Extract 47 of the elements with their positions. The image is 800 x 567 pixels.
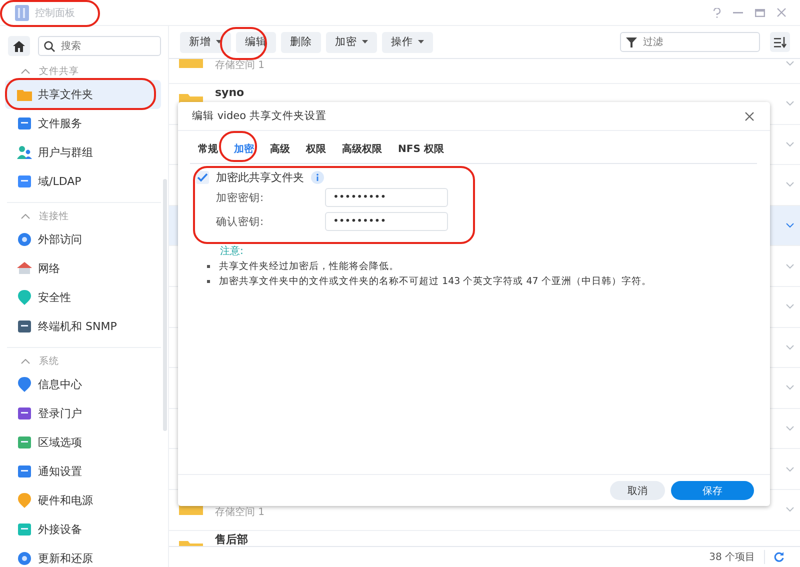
section-title: 文件共享: [39, 64, 79, 78]
sidebar-item[interactable]: 硬件和电源: [5, 486, 161, 515]
checkbox-label: 加密此共享文件夹: [216, 170, 304, 184]
field-label: 加密密钥:: [216, 190, 265, 204]
tab[interactable]: NFS 权限: [390, 138, 452, 160]
sidebar-item[interactable]: 共享文件夹: [5, 80, 161, 109]
sidebar-item[interactable]: 网络: [5, 254, 161, 283]
dialog-title: 编辑 video 共享文件夹设置: [192, 109, 326, 123]
folder-location: 存储空间 1: [215, 60, 266, 72]
toolbar-button[interactable]: 删除: [281, 32, 321, 52]
sidebar-item[interactable]: 区域选项: [5, 428, 161, 457]
sidebar-item[interactable]: 登录门户: [5, 399, 161, 428]
note-title: 注意:: [220, 244, 244, 258]
toolbar-button[interactable]: 新增: [180, 32, 231, 52]
folder-name: 售后部: [215, 534, 249, 546]
save-button[interactable]: 保存: [671, 481, 754, 500]
folder-location: 存储空间 1: [215, 506, 266, 518]
tab[interactable]: 高级权限: [334, 138, 390, 160]
sidebar-item[interactable]: 用户与群组: [5, 138, 161, 167]
password-field[interactable]: •••••••••: [325, 212, 448, 231]
section-title: 系统: [39, 354, 59, 368]
password-field[interactable]: •••••••••: [325, 188, 448, 207]
sidebar-item[interactable]: 终端机和 SNMP: [5, 312, 161, 341]
note-text: 共享文件夹经过加密后，性能将会降低。: [219, 260, 399, 273]
sidebar-item[interactable]: 更新和还原: [5, 544, 161, 567]
tab[interactable]: 权限: [298, 138, 334, 160]
window-title: 控制面板: [35, 6, 75, 20]
sidebar-item[interactable]: 信息中心: [5, 370, 161, 399]
tab[interactable]: 高级: [262, 138, 298, 160]
toolbar-button[interactable]: 加密: [326, 32, 377, 52]
toolbar-button[interactable]: 操作: [382, 32, 433, 52]
sidebar-item[interactable]: 安全性: [5, 283, 161, 312]
sidebar-item[interactable]: 通知设置: [5, 457, 161, 486]
tab[interactable]: 加密: [226, 138, 262, 160]
section-title: 连接性: [39, 210, 69, 222]
search-field[interactable]: 搜索: [38, 36, 161, 56]
sidebar-item[interactable]: 域/LDAP: [5, 167, 161, 196]
cancel-button[interactable]: 取消: [610, 481, 665, 500]
sidebar-item[interactable]: 外部访问: [5, 225, 161, 254]
sidebar-item[interactable]: 文件服务: [5, 109, 161, 138]
item-count: 38 个项目: [709, 551, 755, 564]
folder-name: syno: [215, 87, 246, 99]
tab[interactable]: 常规: [190, 138, 226, 160]
filter-field[interactable]: 过滤: [620, 32, 760, 52]
note-text: 加密共享文件夹中的文件或文件夹的名称不可超过 143 个英文字符或 47 个亚洲（中日韩）字符。: [219, 275, 652, 288]
sidebar-item[interactable]: 外接设备: [5, 515, 161, 544]
field-label: 确认密钥:: [216, 214, 265, 228]
